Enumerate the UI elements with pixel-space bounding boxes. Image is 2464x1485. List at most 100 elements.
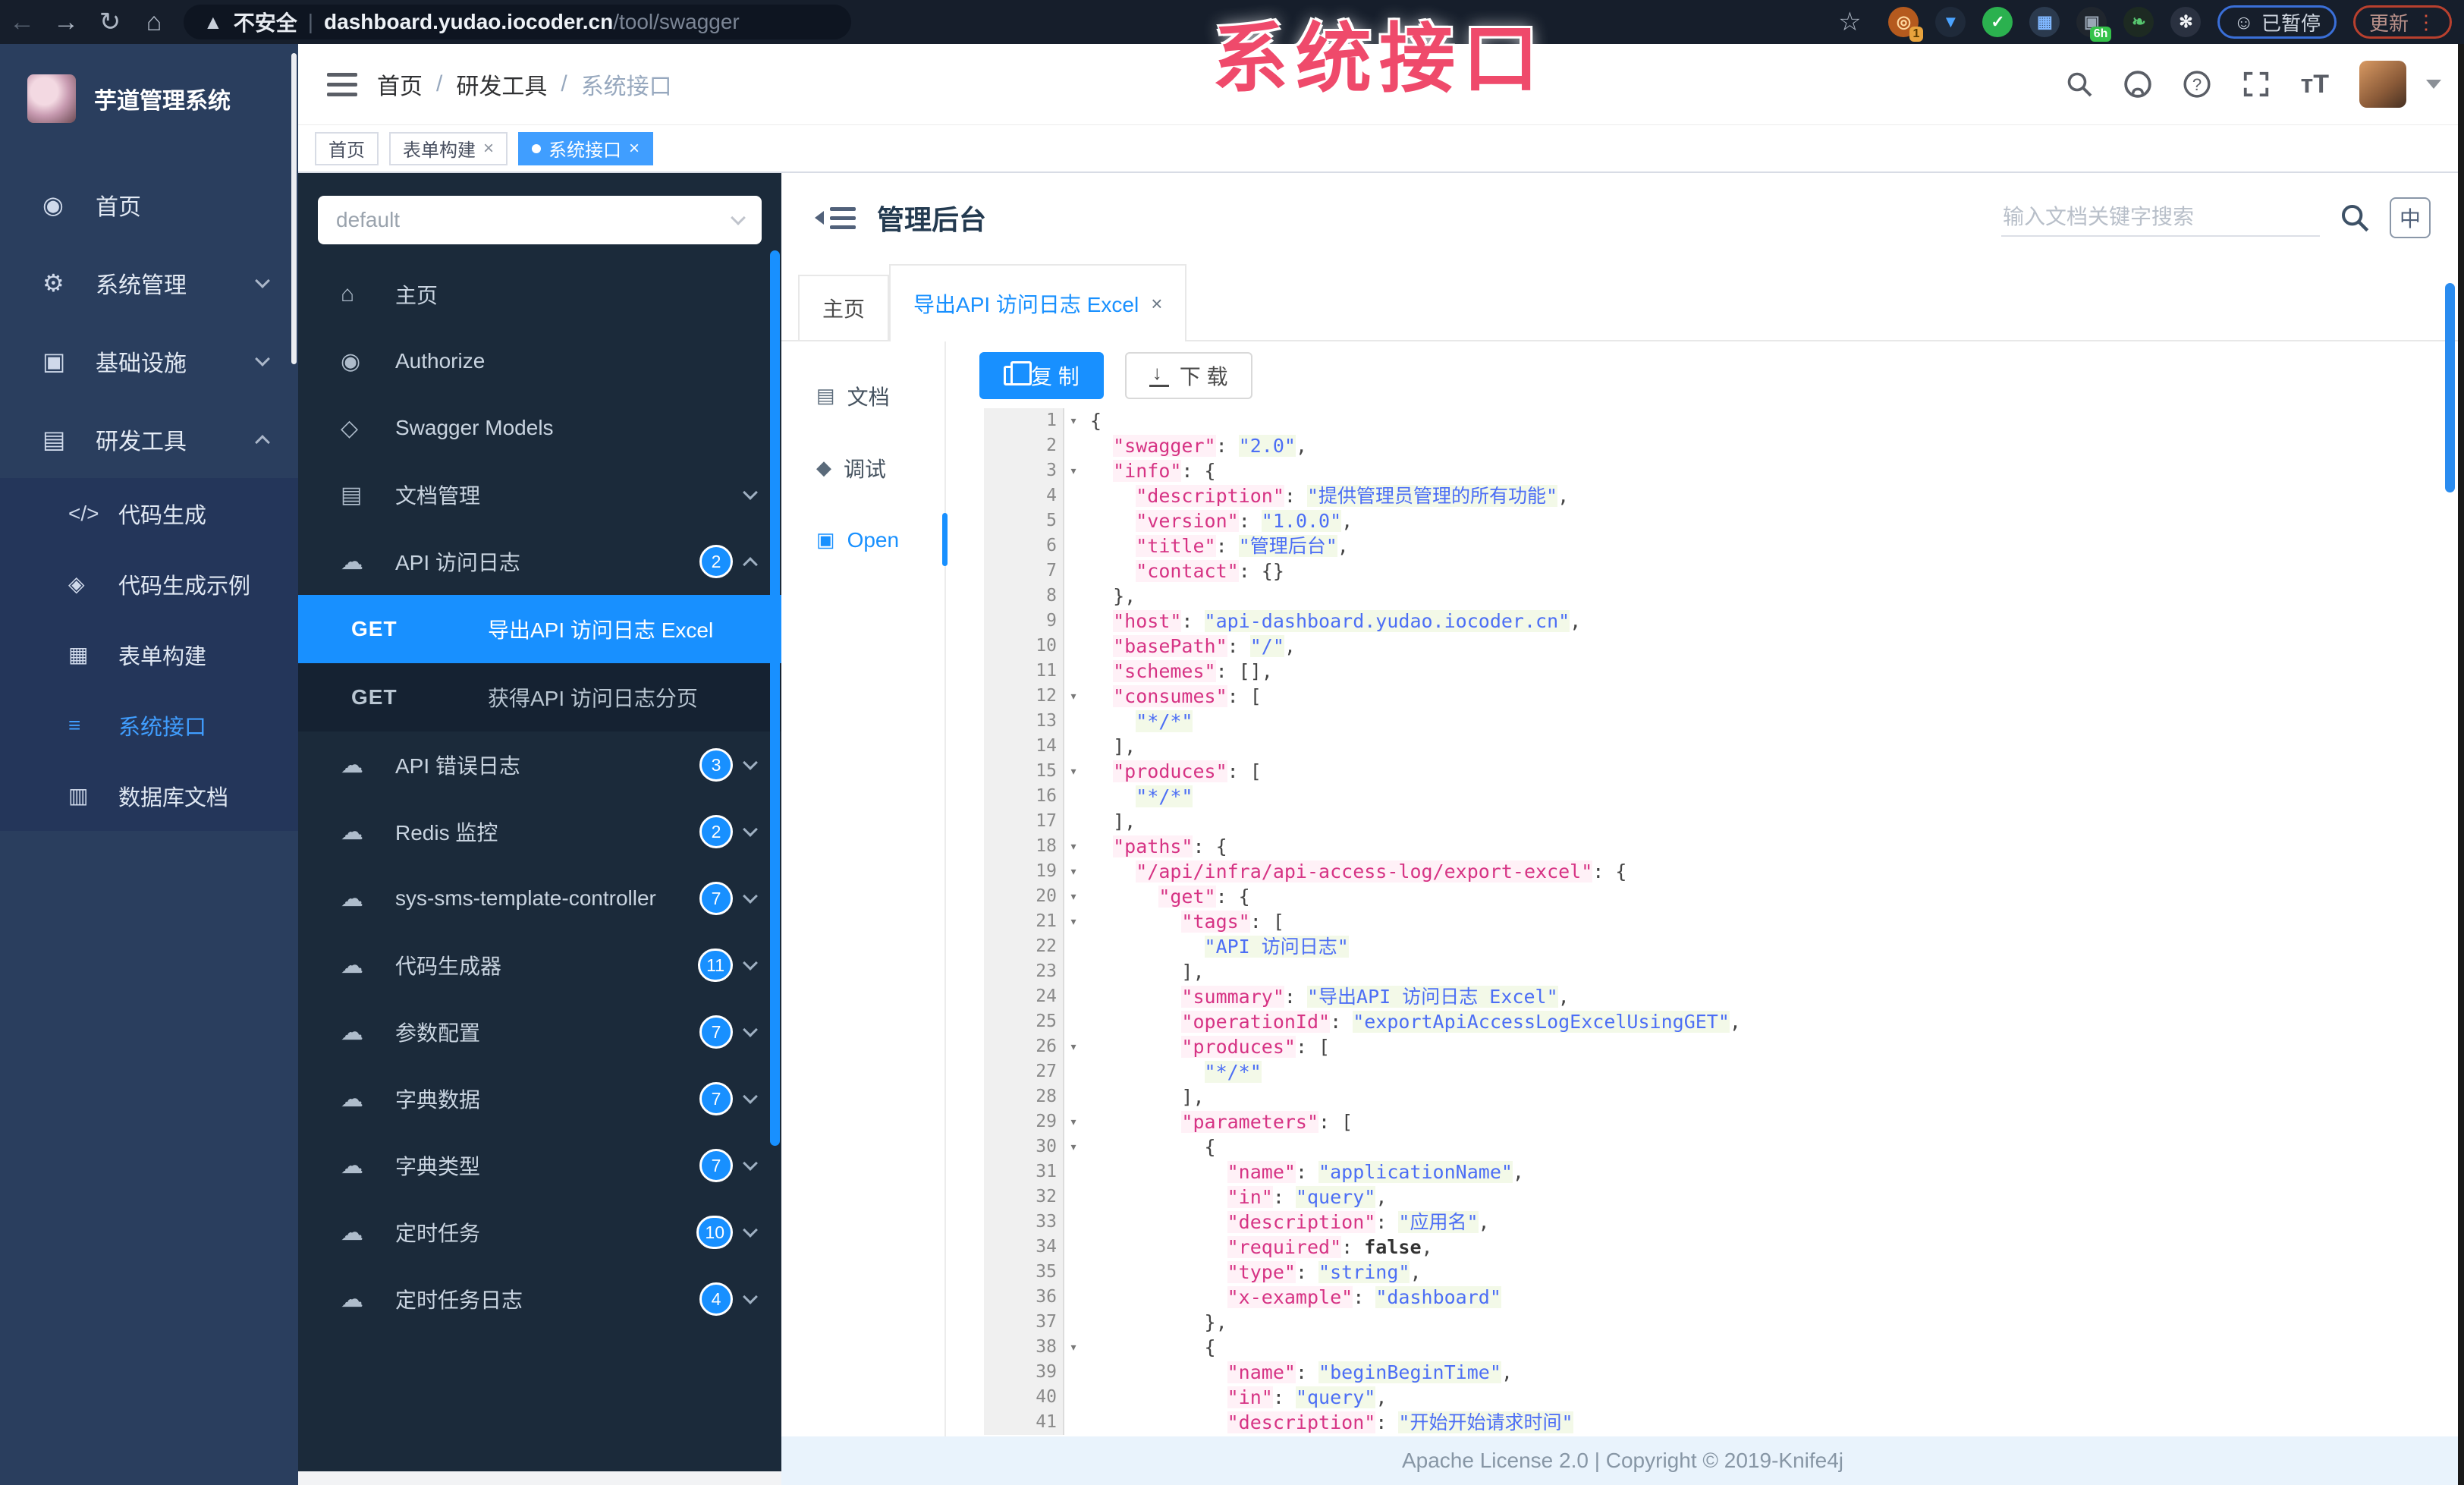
sidebar-subitem-4[interactable]: ▥ 数据库文档 xyxy=(0,760,298,831)
close-icon[interactable]: × xyxy=(629,138,640,159)
view-tag-2[interactable]: 系统接口 × xyxy=(518,131,654,165)
fullscreen-icon[interactable] xyxy=(2242,70,2271,99)
fold-icon[interactable]: ▾ xyxy=(1064,759,1083,784)
swagger-scrollbar[interactable] xyxy=(770,250,780,1146)
page-scrollbar-track[interactable] xyxy=(2458,44,2464,1485)
chevron-down-icon[interactable] xyxy=(2426,80,2441,89)
line-number[interactable]: 9 xyxy=(984,609,1064,634)
browser-menu-icon[interactable]: ⋮ xyxy=(2416,11,2436,34)
line-number[interactable]: 23 xyxy=(984,959,1064,984)
line-number[interactable]: 18 ▾ xyxy=(984,834,1077,859)
github-icon[interactable] xyxy=(2123,70,2152,99)
breadcrumb-home[interactable]: 首页 xyxy=(377,68,423,101)
app-logo[interactable]: 芋道管理系统 xyxy=(0,44,298,135)
line-number[interactable]: 22 xyxy=(984,934,1064,959)
doc-tab-0[interactable]: 主页 xyxy=(798,275,890,341)
swagger-item-9[interactable]: ☁ 参数配置 7 xyxy=(298,999,781,1065)
view-tag-0[interactable]: 首页 xyxy=(315,131,379,165)
bookmark-star-icon[interactable]: ☆ xyxy=(1828,7,1872,37)
sidebar-subitem-1[interactable]: ◈ 代码生成示例 xyxy=(0,549,298,619)
line-number[interactable]: 37 xyxy=(984,1310,1064,1335)
line-number[interactable]: 6 xyxy=(984,533,1064,558)
sidebar-item-1[interactable]: ⚙ 系统管理 xyxy=(0,244,298,322)
line-number[interactable]: 14 xyxy=(984,734,1064,759)
swagger-item-0[interactable]: ⌂ 主页 xyxy=(298,261,781,328)
fold-icon[interactable]: ▾ xyxy=(1064,834,1083,859)
extension-location-icon[interactable]: ▼ xyxy=(1935,7,1966,37)
swagger-item-2[interactable]: ◇ Swagger Models xyxy=(298,395,781,461)
line-number[interactable]: 39 xyxy=(984,1360,1064,1385)
reload-icon[interactable]: ↻ xyxy=(88,7,132,37)
swagger-hscroll-track[interactable] xyxy=(298,1471,781,1485)
extension-shield-icon[interactable]: ✓ xyxy=(1982,7,2013,37)
line-number[interactable]: 10 xyxy=(984,634,1064,659)
doc-side-调试[interactable]: ◆ 调试 xyxy=(781,432,944,504)
fold-icon[interactable]: ▾ xyxy=(1064,458,1083,483)
fold-icon[interactable]: ▾ xyxy=(1064,909,1083,934)
group-select[interactable]: default xyxy=(318,196,762,244)
swagger-item-7[interactable]: ☁ sys-sms-template-controller 7 xyxy=(298,865,781,932)
swagger-item-10[interactable]: ☁ 字典数据 7 xyxy=(298,1065,781,1132)
line-number[interactable]: 3 ▾ xyxy=(984,458,1077,483)
extension-plant-icon[interactable]: ❧ xyxy=(2123,7,2154,37)
line-number[interactable]: 7 xyxy=(984,558,1064,584)
line-number[interactable]: 20 ▾ xyxy=(984,884,1077,909)
line-number[interactable]: 27 xyxy=(984,1059,1064,1084)
line-number[interactable]: 41 xyxy=(984,1410,1064,1435)
line-number[interactable]: 34 xyxy=(984,1235,1064,1260)
sidebar-subitem-3[interactable]: ≡ 系统接口 xyxy=(0,690,298,760)
copy-button[interactable]: 复 制 xyxy=(979,352,1104,399)
swagger-item-11[interactable]: ☁ 字典类型 7 xyxy=(298,1132,781,1199)
sidebar-scrollbar[interactable] xyxy=(291,53,297,364)
font-size-icon[interactable]: ᴛT xyxy=(2301,70,2329,99)
fold-icon[interactable]: ▾ xyxy=(1064,1335,1083,1360)
hamburger-icon[interactable] xyxy=(327,72,357,96)
line-number[interactable]: 19 ▾ xyxy=(984,859,1077,884)
line-number[interactable]: 2 xyxy=(984,433,1064,458)
sidebar-subitem-2[interactable]: ▦ 表单构建 xyxy=(0,619,298,690)
swagger-item-5[interactable]: ☁ API 错误日志 3 xyxy=(298,731,781,798)
fold-icon[interactable]: ▾ xyxy=(1064,684,1083,709)
line-number[interactable]: 40 xyxy=(984,1385,1064,1410)
home-icon[interactable]: ⌂ xyxy=(132,8,176,37)
line-number[interactable]: 36 xyxy=(984,1285,1064,1310)
sidebar-subitem-0[interactable]: </> 代码生成 xyxy=(0,478,298,549)
line-number[interactable]: 4 xyxy=(984,483,1064,508)
line-number[interactable]: 15 ▾ xyxy=(984,759,1077,784)
sidebar-item-3[interactable]: ▤ 研发工具 xyxy=(0,400,298,478)
line-number[interactable]: 24 xyxy=(984,984,1064,1009)
close-icon[interactable]: × xyxy=(483,138,494,159)
language-toggle-button[interactable]: 中 xyxy=(2390,197,2431,238)
fold-icon[interactable]: ▾ xyxy=(1064,884,1083,909)
swagger-item-1[interactable]: ◉ Authorize xyxy=(298,328,781,395)
collapse-menu-icon[interactable] xyxy=(815,206,856,229)
close-icon[interactable]: × xyxy=(1151,292,1162,316)
paused-pill[interactable]: ☺ 已暂停 xyxy=(2217,5,2337,39)
fold-icon[interactable]: ▾ xyxy=(1064,1134,1083,1159)
extension-orange-icon[interactable]: ◎ 1 xyxy=(1888,7,1924,42)
swagger-item-12[interactable]: ☁ 定时任务 10 xyxy=(298,1199,781,1266)
fold-icon[interactable]: ▾ xyxy=(1064,1034,1083,1059)
line-number[interactable]: 11 xyxy=(984,659,1064,684)
view-tag-1[interactable]: 表单构建 × xyxy=(389,131,508,165)
code-editor[interactable]: 1 ▾ { 2 "swagger": "2.0", 3 ▾ "info": { 4 … xyxy=(946,408,2464,1436)
line-number[interactable]: 16 xyxy=(984,784,1064,809)
swagger-item-6[interactable]: ☁ Redis 监控 2 xyxy=(298,798,781,865)
doc-search-icon[interactable] xyxy=(2340,203,2370,233)
line-number[interactable]: 5 xyxy=(984,508,1064,533)
sidebar-item-0[interactable]: ◉ 首页 xyxy=(0,165,298,244)
swagger-item-8[interactable]: ☁ 代码生成器 11 xyxy=(298,932,781,999)
search-icon[interactable] xyxy=(2066,71,2093,98)
fold-icon[interactable]: ▾ xyxy=(1064,1109,1083,1134)
line-number[interactable]: 35 xyxy=(984,1260,1064,1285)
line-number[interactable]: 29 ▾ xyxy=(984,1109,1077,1134)
fold-icon[interactable]: ▾ xyxy=(1064,859,1083,884)
breadcrumb-tools[interactable]: 研发工具 xyxy=(456,68,547,101)
extension-flower-icon[interactable]: ✻ xyxy=(2170,7,2202,37)
line-number[interactable]: 33 xyxy=(984,1210,1064,1235)
extension-camera-icon[interactable]: ▣ 6h xyxy=(2076,7,2112,42)
update-pill[interactable]: 更新 ⋮ xyxy=(2352,5,2452,39)
main-scrollbar-thumb[interactable] xyxy=(2445,283,2455,492)
avatar[interactable] xyxy=(2359,61,2406,108)
line-number[interactable]: 21 ▾ xyxy=(984,909,1077,934)
